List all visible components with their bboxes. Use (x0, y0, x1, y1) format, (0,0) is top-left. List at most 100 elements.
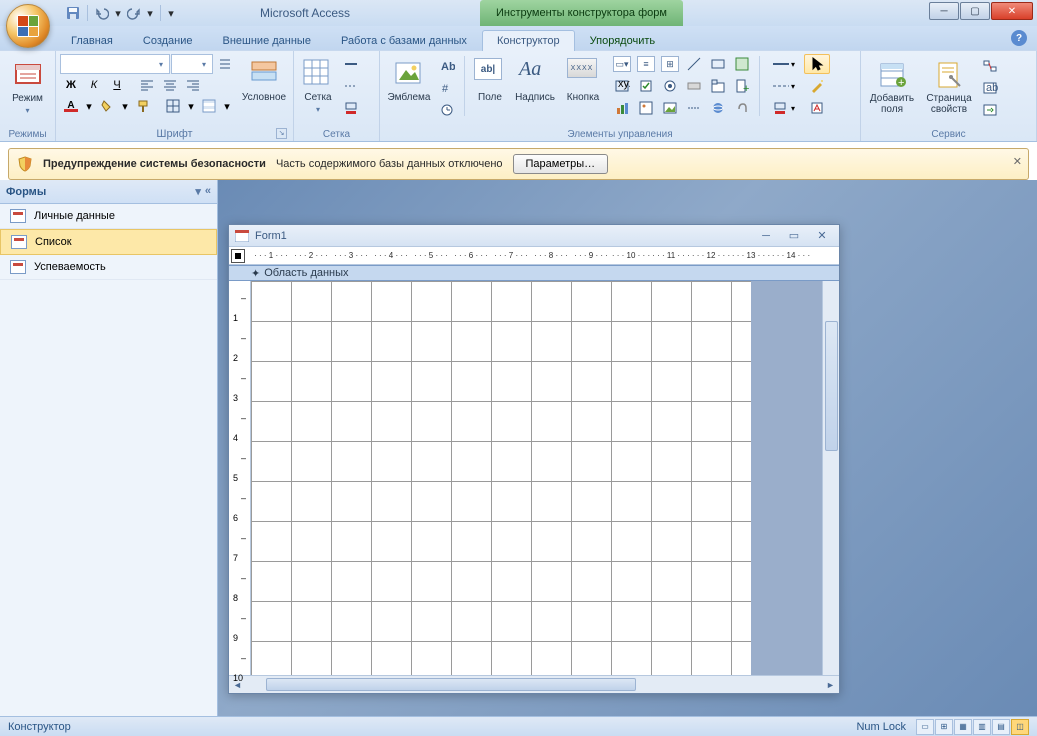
textbox-button[interactable]: ab| Поле (471, 54, 509, 120)
form-design-window[interactable]: Form1 ─ ▭ ✕ · · · 1 · · ·· · · 2 · · ·· … (228, 224, 840, 694)
tab-external-data[interactable]: Внешние данные (208, 30, 326, 51)
security-options-button[interactable]: Параметры… (513, 154, 609, 174)
help-icon[interactable]: ? (1011, 30, 1027, 46)
view-datasheet-button[interactable]: ⊞ (935, 719, 953, 735)
view-form-button[interactable]: ▭ (916, 719, 934, 735)
optiongroup-icon[interactable]: xyz (611, 76, 633, 96)
checkbox-icon[interactable] (635, 76, 657, 96)
line-type-button[interactable]: ▾ (766, 76, 800, 96)
nav-filter-dropdown-icon[interactable]: ▾ (195, 185, 201, 198)
form-window-titlebar[interactable]: Form1 ─ ▭ ✕ (229, 225, 839, 247)
view-pivotchart-button[interactable]: ▥ (973, 719, 991, 735)
button-control-button[interactable]: XXXX Кнопка (561, 54, 605, 120)
boundframe-icon[interactable] (731, 54, 753, 74)
fill-color-dropdown-icon[interactable]: ▾ (119, 96, 131, 116)
window-close-button[interactable]: ✕ (991, 2, 1033, 20)
detail-section-header[interactable]: ✦ Область данных (229, 265, 839, 281)
convert-macros-icon[interactable] (979, 100, 1001, 120)
horizontal-scrollbar[interactable]: ◄ ► (229, 675, 839, 693)
save-icon[interactable] (64, 4, 82, 22)
align-left-icon[interactable] (136, 75, 158, 95)
conditional-format-button[interactable]: Условное (242, 54, 286, 120)
qat-more-icon[interactable]: ▾ (166, 4, 176, 22)
control-wizards-button[interactable] (804, 76, 830, 96)
form-design-surface[interactable] (251, 281, 839, 675)
window-minimize-button[interactable]: ─ (929, 2, 959, 20)
tab-database-tools[interactable]: Работа с базами данных (326, 30, 482, 51)
format-painter-icon[interactable] (132, 96, 154, 116)
grid-button[interactable]: Сетка ▾ (298, 54, 338, 120)
line-thickness-button[interactable]: ▾ (766, 54, 800, 74)
font-family-combo[interactable]: ▾ (60, 54, 170, 74)
redo-icon[interactable] (125, 4, 143, 22)
view-design-button[interactable]: ◫ (1011, 719, 1029, 735)
tab-create[interactable]: Создание (128, 30, 208, 51)
vertical-ruler[interactable]: 1–2–3–4–5–6–7–8–9–10– (229, 281, 251, 675)
emblem-button[interactable]: Эмблема (384, 54, 434, 120)
add-fields-button[interactable]: + Добавить поля (865, 54, 919, 120)
property-sheet-button[interactable]: Страница свойств (921, 54, 977, 120)
unboundframe-icon[interactable] (635, 98, 657, 118)
activex-button[interactable] (804, 98, 830, 118)
align-right-icon[interactable] (182, 75, 204, 95)
title-icon[interactable]: Ab (436, 56, 458, 76)
select-pointer-button[interactable] (804, 54, 830, 74)
scrollbar-thumb[interactable] (825, 321, 838, 451)
hyperlink-icon[interactable] (707, 98, 729, 118)
font-color-dropdown-icon[interactable]: ▾ (83, 96, 95, 116)
gridlines-icon[interactable] (162, 96, 184, 116)
gridlines-dropdown-icon[interactable]: ▾ (185, 96, 197, 116)
form-close-button[interactable]: ✕ (811, 228, 833, 244)
tab-order-icon[interactable] (979, 56, 1001, 76)
office-button[interactable] (6, 4, 50, 48)
pagenum-icon[interactable]: # (436, 78, 458, 98)
tab-home[interactable]: Главная (56, 30, 128, 51)
alt-color-dropdown-icon[interactable]: ▾ (221, 96, 233, 116)
view-layout-button[interactable]: ▤ (992, 719, 1010, 735)
nav-item-form[interactable]: Успеваемость (0, 255, 217, 280)
nav-item-form[interactable]: Личные данные (0, 204, 217, 229)
window-maximize-button[interactable]: ▢ (960, 2, 990, 20)
scroll-right-icon[interactable]: ► (822, 676, 839, 693)
code-icon[interactable]: ab (979, 78, 1001, 98)
fill-color-button[interactable] (96, 96, 118, 116)
view-pivottable-button[interactable]: ▦ (954, 719, 972, 735)
form-selector[interactable] (231, 249, 245, 263)
combobox-icon[interactable]: ▭▾ (611, 54, 633, 74)
view-mode-button[interactable]: Режим ▾ (4, 54, 51, 120)
rectangle-icon[interactable] (707, 54, 729, 74)
chart-icon[interactable] (611, 98, 633, 118)
font-dialog-launcher-icon[interactable]: ↘ (276, 128, 287, 139)
underline-button[interactable]: Ч (106, 75, 128, 95)
vertical-scrollbar[interactable] (822, 281, 839, 675)
form-minimize-button[interactable]: ─ (755, 228, 777, 244)
linespacing-icon[interactable] (214, 54, 236, 74)
insertpage-icon[interactable]: + (731, 76, 753, 96)
grid-style-icon[interactable] (340, 76, 362, 96)
nav-collapse-icon[interactable]: « (205, 185, 211, 198)
undo-dropdown-icon[interactable]: ▾ (113, 4, 123, 22)
listbox-icon[interactable]: ≡ (635, 54, 657, 74)
bold-button[interactable]: Ж (60, 75, 82, 95)
form-restore-button[interactable]: ▭ (783, 228, 805, 244)
tab-designer[interactable]: Конструктор (482, 30, 575, 51)
line-color-button[interactable]: ▾ (766, 98, 800, 118)
font-color-button[interactable]: A (60, 96, 82, 116)
align-center-icon[interactable] (159, 75, 181, 95)
pagebreak-icon[interactable] (683, 98, 705, 118)
redo-dropdown-icon[interactable]: ▾ (145, 4, 155, 22)
tabctl-icon[interactable] (707, 76, 729, 96)
grid-width-icon[interactable] (340, 54, 362, 74)
nav-pane-header[interactable]: Формы ▾ « (0, 180, 217, 204)
security-close-icon[interactable]: ✕ (1013, 155, 1022, 168)
font-size-combo[interactable]: ▾ (171, 54, 213, 74)
label-button[interactable]: Aa Надпись (511, 54, 559, 120)
nav-item-form[interactable]: Список (0, 229, 217, 255)
undo-icon[interactable] (93, 4, 111, 22)
option-icon[interactable] (659, 76, 681, 96)
image-icon[interactable] (659, 98, 681, 118)
italic-button[interactable]: К (83, 75, 105, 95)
line-icon[interactable] (683, 54, 705, 74)
toggle-icon[interactable] (683, 76, 705, 96)
horizontal-ruler[interactable]: · · · 1 · · ·· · · 2 · · ·· · · 3 · · ··… (229, 247, 839, 265)
